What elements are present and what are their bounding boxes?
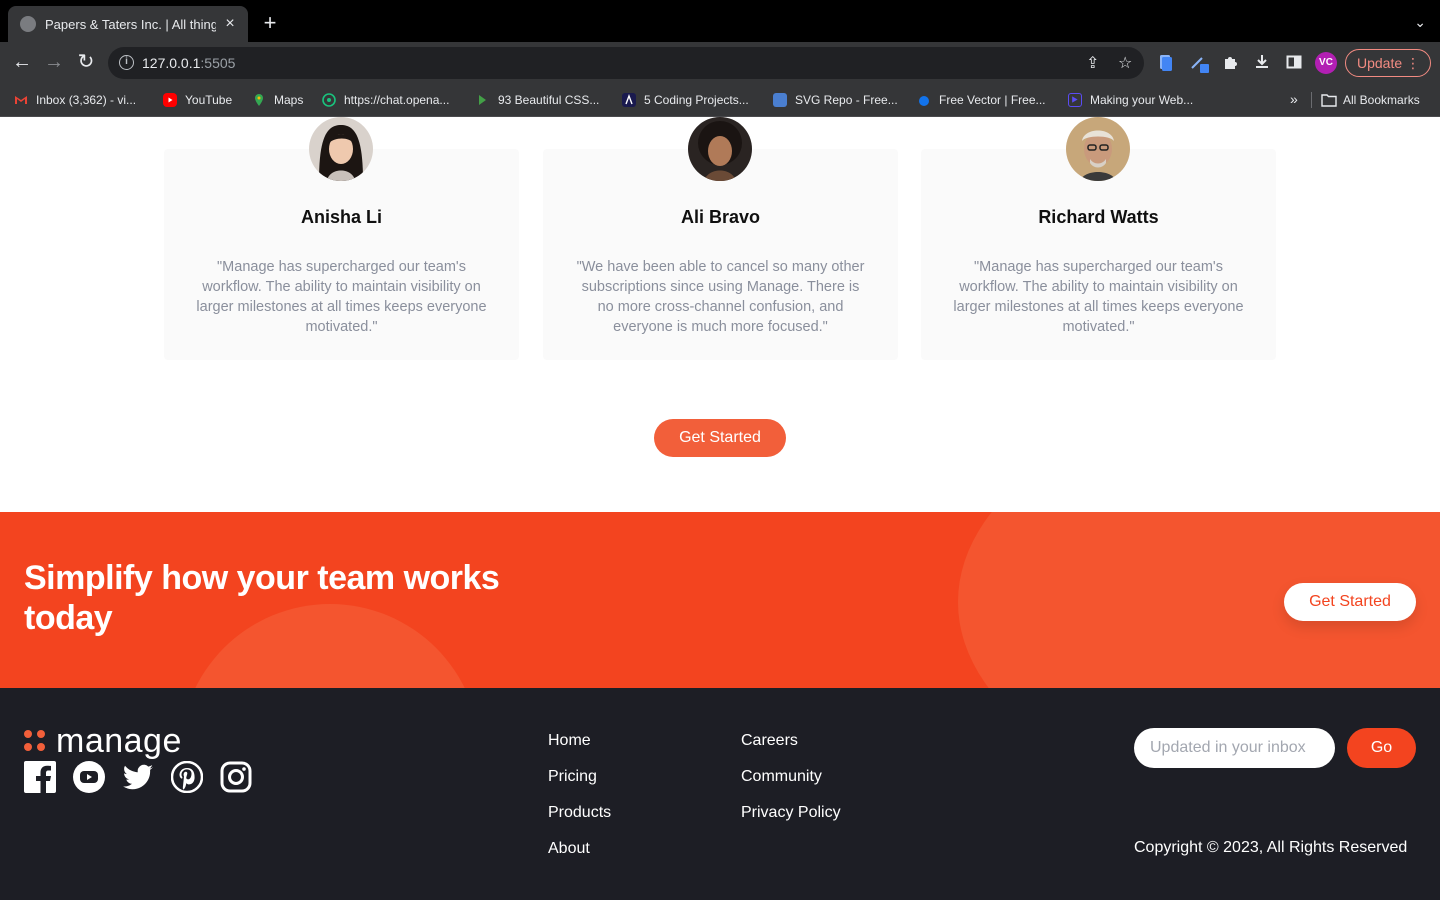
footer-link-careers[interactable]: Careers bbox=[741, 732, 841, 768]
address-bar[interactable]: i 127.0.0.1:5505 ⇪ ☆ bbox=[108, 47, 1144, 79]
logo-mark-icon bbox=[24, 730, 46, 752]
openai-icon bbox=[322, 93, 336, 107]
download-icon[interactable] bbox=[1253, 54, 1271, 72]
footer-links-col1: Home Pricing Products About bbox=[548, 732, 611, 876]
testimonial-quote: "We have been able to cancel so many oth… bbox=[576, 259, 865, 335]
cta-title: Simplify how your team works today bbox=[24, 559, 500, 637]
update-label: Update bbox=[1357, 55, 1403, 71]
bookmark-label: SVG Repo - Free... bbox=[795, 93, 898, 107]
newsletter-email-input[interactable] bbox=[1134, 728, 1335, 768]
instagram-icon[interactable] bbox=[220, 761, 252, 793]
all-bookmarks-folder[interactable]: All Bookmarks bbox=[1321, 92, 1420, 108]
bookmark-label: YouTube bbox=[185, 93, 233, 107]
profile-avatar[interactable]: VC bbox=[1315, 52, 1337, 74]
bookmark-star-icon[interactable]: ☆ bbox=[1118, 53, 1132, 73]
newsletter-go-button[interactable]: Go bbox=[1347, 728, 1416, 768]
cta-get-started-button[interactable]: Get Started bbox=[1284, 583, 1416, 621]
bookmarks-bar: Inbox (3,362) - vi... YouTube Maps https… bbox=[0, 84, 1440, 117]
footer-link-community[interactable]: Community bbox=[741, 768, 841, 804]
code-icon bbox=[622, 93, 636, 107]
bookmark-label: Making your Web... bbox=[1090, 93, 1194, 107]
logo[interactable]: manage bbox=[24, 722, 182, 760]
testimonial-card: Ali Bravo "We have been able to cancel s… bbox=[543, 117, 898, 360]
extensions-puzzle-icon[interactable] bbox=[1221, 54, 1239, 72]
bookmark-item[interactable]: YouTube bbox=[163, 92, 232, 108]
bookmark-item[interactable]: Inbox (3,362) - vi... bbox=[14, 92, 136, 108]
more-bookmarks-icon[interactable]: » bbox=[1290, 91, 1298, 107]
forward-arrow-icon[interactable]: → bbox=[42, 51, 66, 75]
url-text: 127.0.0.1:5505 bbox=[142, 55, 235, 71]
bookmark-item[interactable]: https://chat.opena... bbox=[322, 92, 449, 108]
bookmarks-divider bbox=[1311, 92, 1312, 108]
testimonial-card: Anisha Li "Manage has supercharged our t… bbox=[164, 117, 519, 360]
svgrepo-icon bbox=[773, 93, 787, 107]
folder-icon bbox=[1321, 93, 1337, 107]
avatar bbox=[1066, 117, 1130, 181]
bookmark-item[interactable]: Free Vector | Free... bbox=[917, 92, 1046, 108]
url-port: :5505 bbox=[200, 55, 236, 71]
browser-toolbar: ← → ↻ i 127.0.0.1:5505 ⇪ ☆ VC Update ⋮ bbox=[0, 42, 1440, 84]
new-tab-icon[interactable]: + bbox=[258, 12, 282, 36]
cta-banner: Simplify how your team works today Get S… bbox=[0, 512, 1440, 688]
copyright-text: Copyright © 2023, All Rights Reserved bbox=[1134, 839, 1408, 856]
url-host: 127.0.0.1 bbox=[142, 55, 201, 71]
back-arrow-icon[interactable]: ← bbox=[10, 51, 34, 75]
bookmark-label: 5 Coding Projects... bbox=[644, 93, 749, 107]
pinterest-icon[interactable] bbox=[171, 761, 203, 793]
bookmark-label: 93 Beautiful CSS... bbox=[498, 93, 600, 107]
all-bookmarks-label: All Bookmarks bbox=[1343, 93, 1420, 107]
maps-icon bbox=[252, 93, 266, 107]
share-icon[interactable]: ⇪ bbox=[1086, 53, 1099, 73]
testimonial-quote: "Manage has supercharged our team's work… bbox=[953, 259, 1244, 335]
bookmark-item[interactable]: SVG Repo - Free... bbox=[773, 92, 898, 108]
twitter-icon[interactable] bbox=[122, 761, 154, 793]
footer-link-about[interactable]: About bbox=[548, 840, 611, 876]
freepik-icon bbox=[917, 93, 931, 107]
testimonial-card: Richard Watts "Manage has supercharged o… bbox=[921, 117, 1276, 360]
translate-extension-icon[interactable] bbox=[1190, 54, 1209, 73]
youtube-icon[interactable] bbox=[73, 761, 105, 793]
globe-icon bbox=[20, 16, 36, 32]
testimonial-name: Anisha Li bbox=[300, 207, 382, 227]
footer-link-home[interactable]: Home bbox=[548, 732, 611, 768]
docs-extension-icon[interactable] bbox=[1157, 54, 1175, 72]
logo-text: manage bbox=[56, 722, 182, 760]
bookmark-label: https://chat.opena... bbox=[344, 93, 450, 107]
tab-title: Papers & Taters Inc. | All things bbox=[45, 16, 216, 32]
footer: manage Home Pricing Products About Caree… bbox=[0, 688, 1440, 900]
more-menu-icon[interactable]: ⋮ bbox=[1406, 50, 1420, 76]
page-viewport: Anisha Li "Manage has supercharged our t… bbox=[0, 117, 1440, 900]
get-started-button[interactable]: Get Started bbox=[654, 419, 786, 457]
update-button[interactable]: Update ⋮ bbox=[1345, 49, 1431, 77]
bookmark-label: Maps bbox=[274, 93, 304, 107]
browser-tab[interactable]: Papers & Taters Inc. | All things × bbox=[8, 6, 248, 42]
avatar bbox=[688, 117, 752, 181]
side-panel-icon[interactable] bbox=[1285, 54, 1303, 72]
play-icon bbox=[1068, 93, 1082, 107]
footer-links-col2: Careers Community Privacy Policy bbox=[741, 732, 841, 840]
avatar bbox=[309, 117, 373, 181]
footer-link-privacy-policy[interactable]: Privacy Policy bbox=[741, 804, 841, 840]
youtube-icon bbox=[163, 93, 177, 107]
tab-search-chevron-icon[interactable]: ⌄ bbox=[1414, 14, 1426, 31]
site-info-icon[interactable]: i bbox=[119, 55, 134, 70]
bookmark-item[interactable]: 5 Coding Projects... bbox=[622, 92, 749, 108]
css-icon bbox=[476, 93, 490, 107]
tab-bar: Papers & Taters Inc. | All things × + ⌄ bbox=[0, 0, 1440, 42]
gmail-icon bbox=[14, 93, 28, 107]
footer-link-pricing[interactable]: Pricing bbox=[548, 768, 611, 804]
footer-link-products[interactable]: Products bbox=[548, 804, 611, 840]
social-links bbox=[24, 761, 252, 793]
close-tab-icon[interactable]: × bbox=[222, 15, 238, 33]
reload-icon[interactable]: ↻ bbox=[74, 51, 98, 75]
bookmark-label: Free Vector | Free... bbox=[939, 93, 1046, 107]
bookmark-item[interactable]: Maps bbox=[252, 92, 303, 108]
bookmark-item[interactable]: 93 Beautiful CSS... bbox=[476, 92, 599, 108]
bookmark-item[interactable]: Making your Web... bbox=[1068, 92, 1193, 108]
testimonial-quote: "Manage has supercharged our team's work… bbox=[196, 259, 487, 335]
testimonial-name: Ali Bravo bbox=[680, 207, 761, 227]
bookmark-label: Inbox (3,362) - vi... bbox=[36, 93, 137, 107]
testimonial-name: Richard Watts bbox=[1038, 207, 1159, 227]
facebook-icon[interactable] bbox=[24, 761, 56, 793]
